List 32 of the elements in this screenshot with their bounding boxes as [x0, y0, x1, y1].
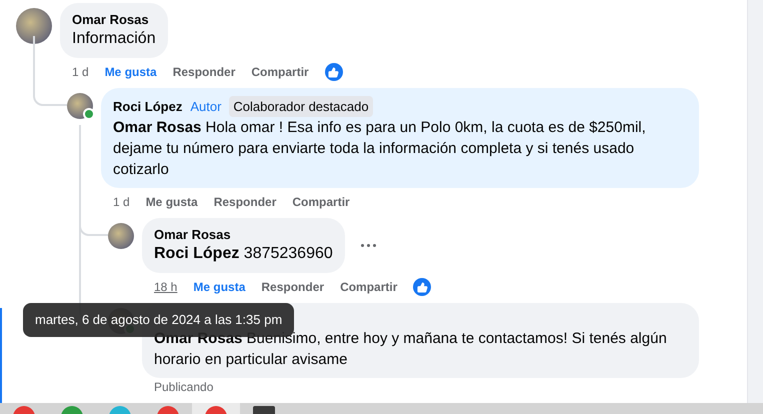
like-button[interactable]: Me gusta	[146, 193, 198, 211]
app-icon[interactable]	[61, 406, 83, 414]
author-label: Autor	[190, 98, 222, 115]
comment-text: Roci López 3875236960	[154, 244, 333, 264]
thumbs-up-icon[interactable]	[324, 63, 343, 81]
author-name[interactable]: Omar Rosas	[154, 226, 231, 243]
comment-text: Información	[72, 29, 156, 49]
like-button[interactable]: Me gusta	[193, 278, 246, 296]
reply-button[interactable]: Responder	[172, 63, 236, 81]
avatar-photo[interactable]	[108, 223, 134, 249]
contributor-badge: Colaborador destacado	[229, 96, 373, 117]
share-button[interactable]: Compartir	[251, 63, 309, 81]
online-dot	[83, 108, 95, 120]
share-button[interactable]: Compartir	[292, 193, 350, 211]
app-icon[interactable]	[205, 406, 227, 414]
thumbs-up-icon[interactable]	[413, 278, 432, 296]
reply-button[interactable]: Responder	[214, 193, 276, 211]
like-button[interactable]: Me gusta	[104, 63, 157, 81]
author-name[interactable]: Roci López	[113, 98, 182, 115]
thread-line	[33, 36, 67, 106]
reply-button[interactable]: Responder	[261, 278, 324, 296]
timestamp-link[interactable]: 1 d	[72, 63, 89, 81]
timestamp-link[interactable]: 18 h	[154, 278, 178, 296]
avatar-photo[interactable]	[16, 8, 52, 44]
app-icon[interactable]	[13, 406, 35, 414]
app-icon[interactable]	[157, 406, 179, 414]
author-name[interactable]: Omar Rosas	[72, 11, 149, 28]
share-button[interactable]: Compartir	[340, 278, 398, 296]
avatar-photo[interactable]	[67, 93, 93, 119]
timestamp-link[interactable]: 1 d	[113, 193, 130, 211]
comment-text: Omar Rosas Hola omar ! Esa info es para un Polo 0km, la cuota es de $250mil, dejame tu número para enviarte toda la información completa y si tenés usado cotizarlo	[113, 118, 647, 180]
status-text: Publicando	[153, 379, 214, 394]
